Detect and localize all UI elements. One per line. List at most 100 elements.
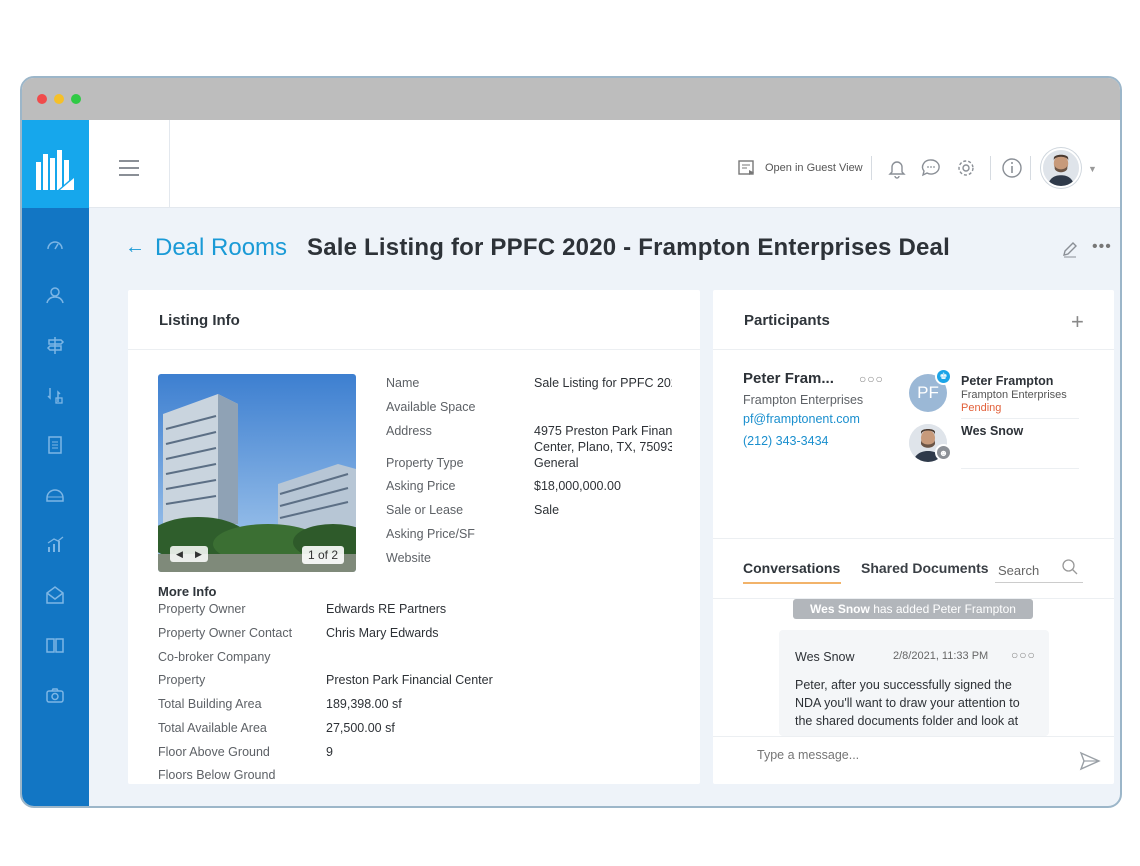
bell-icon[interactable] — [886, 157, 908, 179]
participant-company: Frampton Enterprises — [743, 393, 864, 407]
field-value: $18,000,000.00 — [534, 479, 621, 493]
user-photo-icon — [1043, 150, 1079, 186]
divider — [713, 538, 1114, 539]
divider — [961, 418, 1079, 419]
document-list-icon[interactable] — [44, 434, 66, 456]
contacts-user-icon[interactable] — [44, 284, 66, 306]
field-value: General — [534, 456, 579, 470]
participants-title: Participants — [744, 312, 830, 329]
app-window: Open in Guest View ▼ ← Deal Rooms Sale L… — [20, 76, 1122, 808]
more-info-label: Property Owner Contact — [158, 626, 293, 640]
field-value: 4975 Preston Park Financ — [534, 424, 672, 438]
more-info-label: Property Owner — [158, 602, 246, 616]
participant-list-name: Peter Frampton — [961, 374, 1054, 388]
photo-pager: 1 of 2 — [301, 546, 344, 564]
open-guest-view-button[interactable]: Open in Guest View — [737, 158, 863, 178]
divider — [713, 349, 1114, 350]
divider — [713, 736, 1114, 737]
field-label: Asking Price/SF — [386, 527, 475, 541]
more-info-label: Floors Below Ground — [158, 768, 276, 782]
page-title: Sale Listing for PPFC 2020 - Frampton En… — [307, 234, 950, 261]
page-header: ← Deal Rooms Sale Listing for PPFC 2020 … — [89, 208, 1120, 290]
topbar-separator — [1030, 156, 1031, 180]
more-info-title: More Info — [158, 584, 217, 599]
message-card: Wes Snow 2/8/2021, 11:33 PM ○○○ Peter, a… — [779, 630, 1049, 736]
book-icon[interactable] — [44, 634, 66, 656]
message-timestamp: 2/8/2021, 11:33 PM — [893, 650, 989, 662]
breadcrumb-deal-rooms[interactable]: Deal Rooms — [155, 234, 287, 262]
more-info-label: Total Building Area — [158, 697, 262, 711]
chevron-down-icon[interactable]: ▼ — [1088, 164, 1097, 174]
more-info-label: Total Available Area — [158, 721, 267, 735]
more-info-value: 27,500.00 sf — [326, 721, 395, 735]
crown-icon: ♚ — [935, 368, 952, 385]
participant-list-name: Wes Snow — [961, 424, 1024, 438]
field-value: Sale Listing for PPFC 202 — [534, 376, 672, 390]
more-info-value: Edwards RE Partners — [326, 602, 447, 616]
system-message: Wes Snow has added Peter Frampton — [793, 599, 1033, 619]
active-tab-indicator — [743, 582, 841, 584]
divider — [961, 468, 1079, 469]
more-info-value: 189,398.00 sf — [326, 697, 402, 711]
topbar-divider — [169, 120, 170, 208]
more-info-value: Preston Park Financial Center — [326, 673, 493, 687]
system-message-actor: Wes Snow — [810, 602, 870, 616]
participant-phone-link[interactable]: (212) 343-3434 — [743, 434, 923, 448]
tab-conversations[interactable]: Conversations — [743, 560, 840, 576]
camera-icon[interactable] — [44, 684, 66, 706]
arrow-left-icon[interactable]: ← — [125, 236, 145, 259]
chat-bubble-icon[interactable] — [920, 157, 942, 179]
maximize-window-button[interactable] — [71, 94, 81, 104]
analytics-chart-icon[interactable] — [44, 534, 66, 556]
field-label: Website — [386, 551, 431, 565]
edit-pencil-icon[interactable] — [1061, 240, 1079, 258]
photo-nav-arrows[interactable]: ◀ ▶ — [170, 546, 208, 562]
more-info-value: 9 — [326, 745, 333, 759]
field-label: Sale or Lease — [386, 503, 464, 517]
transfer-icon[interactable] — [44, 384, 66, 406]
message-input[interactable] — [757, 748, 1037, 762]
chevron-left-icon[interactable]: ◀ — [176, 549, 183, 560]
participant-more-icon[interactable]: ○○○ — [859, 372, 884, 386]
gear-icon[interactable] — [955, 157, 977, 179]
more-info-value: Chris Mary Edwards — [326, 626, 439, 640]
signpost-icon[interactable] — [44, 334, 66, 356]
app-logo[interactable] — [22, 120, 89, 208]
message-text: Peter, after you successfully signed the… — [795, 678, 1020, 728]
field-label: Asking Price — [386, 479, 456, 493]
close-window-button[interactable] — [37, 94, 47, 104]
guest-view-label: Open in Guest View — [765, 162, 863, 174]
participant-email-link[interactable]: pf@framptonent.com — [743, 412, 923, 426]
mail-icon[interactable] — [44, 584, 66, 606]
sidebar — [22, 120, 89, 806]
more-info-label: Co-broker Company — [158, 650, 271, 664]
search-input[interactable]: Search — [998, 563, 1039, 578]
topbar-separator — [871, 156, 872, 180]
topbar-separator — [990, 156, 991, 180]
deal-rooms-icon[interactable] — [44, 484, 66, 506]
more-options-icon[interactable]: ••• — [1092, 238, 1112, 256]
field-label: Property Type — [386, 456, 464, 470]
system-message-text: has added Peter Frampton — [873, 602, 1016, 616]
tab-shared-documents[interactable]: Shared Documents — [861, 560, 989, 576]
user-role-icon: ☻ — [935, 444, 952, 461]
search-underline — [995, 582, 1083, 583]
property-photo[interactable]: ◀ ▶ 1 of 2 — [158, 374, 356, 572]
dashboard-gauge-icon[interactable] — [44, 234, 66, 256]
minimize-window-button[interactable] — [54, 94, 64, 104]
message-more-icon[interactable]: ○○○ — [1011, 648, 1036, 662]
search-icon[interactable] — [1061, 558, 1079, 576]
field-label: Name — [386, 376, 420, 390]
chevron-right-icon[interactable]: ▶ — [195, 549, 202, 560]
send-icon[interactable] — [1079, 750, 1101, 772]
participants-card: Participants + Peter Fram... ○○○ Frampto… — [713, 290, 1114, 784]
menu-hamburger-icon[interactable] — [119, 160, 139, 176]
more-info-label: Property — [158, 673, 206, 687]
participant-name[interactable]: Peter Fram... — [743, 370, 923, 387]
info-icon[interactable] — [1001, 157, 1023, 179]
buildings-logo-icon — [36, 150, 74, 190]
participant-list-company: Frampton Enterprises — [961, 389, 1067, 401]
user-avatar[interactable] — [1041, 148, 1081, 188]
add-participant-plus-icon[interactable]: + — [1071, 311, 1084, 333]
field-label: Address — [386, 424, 432, 438]
